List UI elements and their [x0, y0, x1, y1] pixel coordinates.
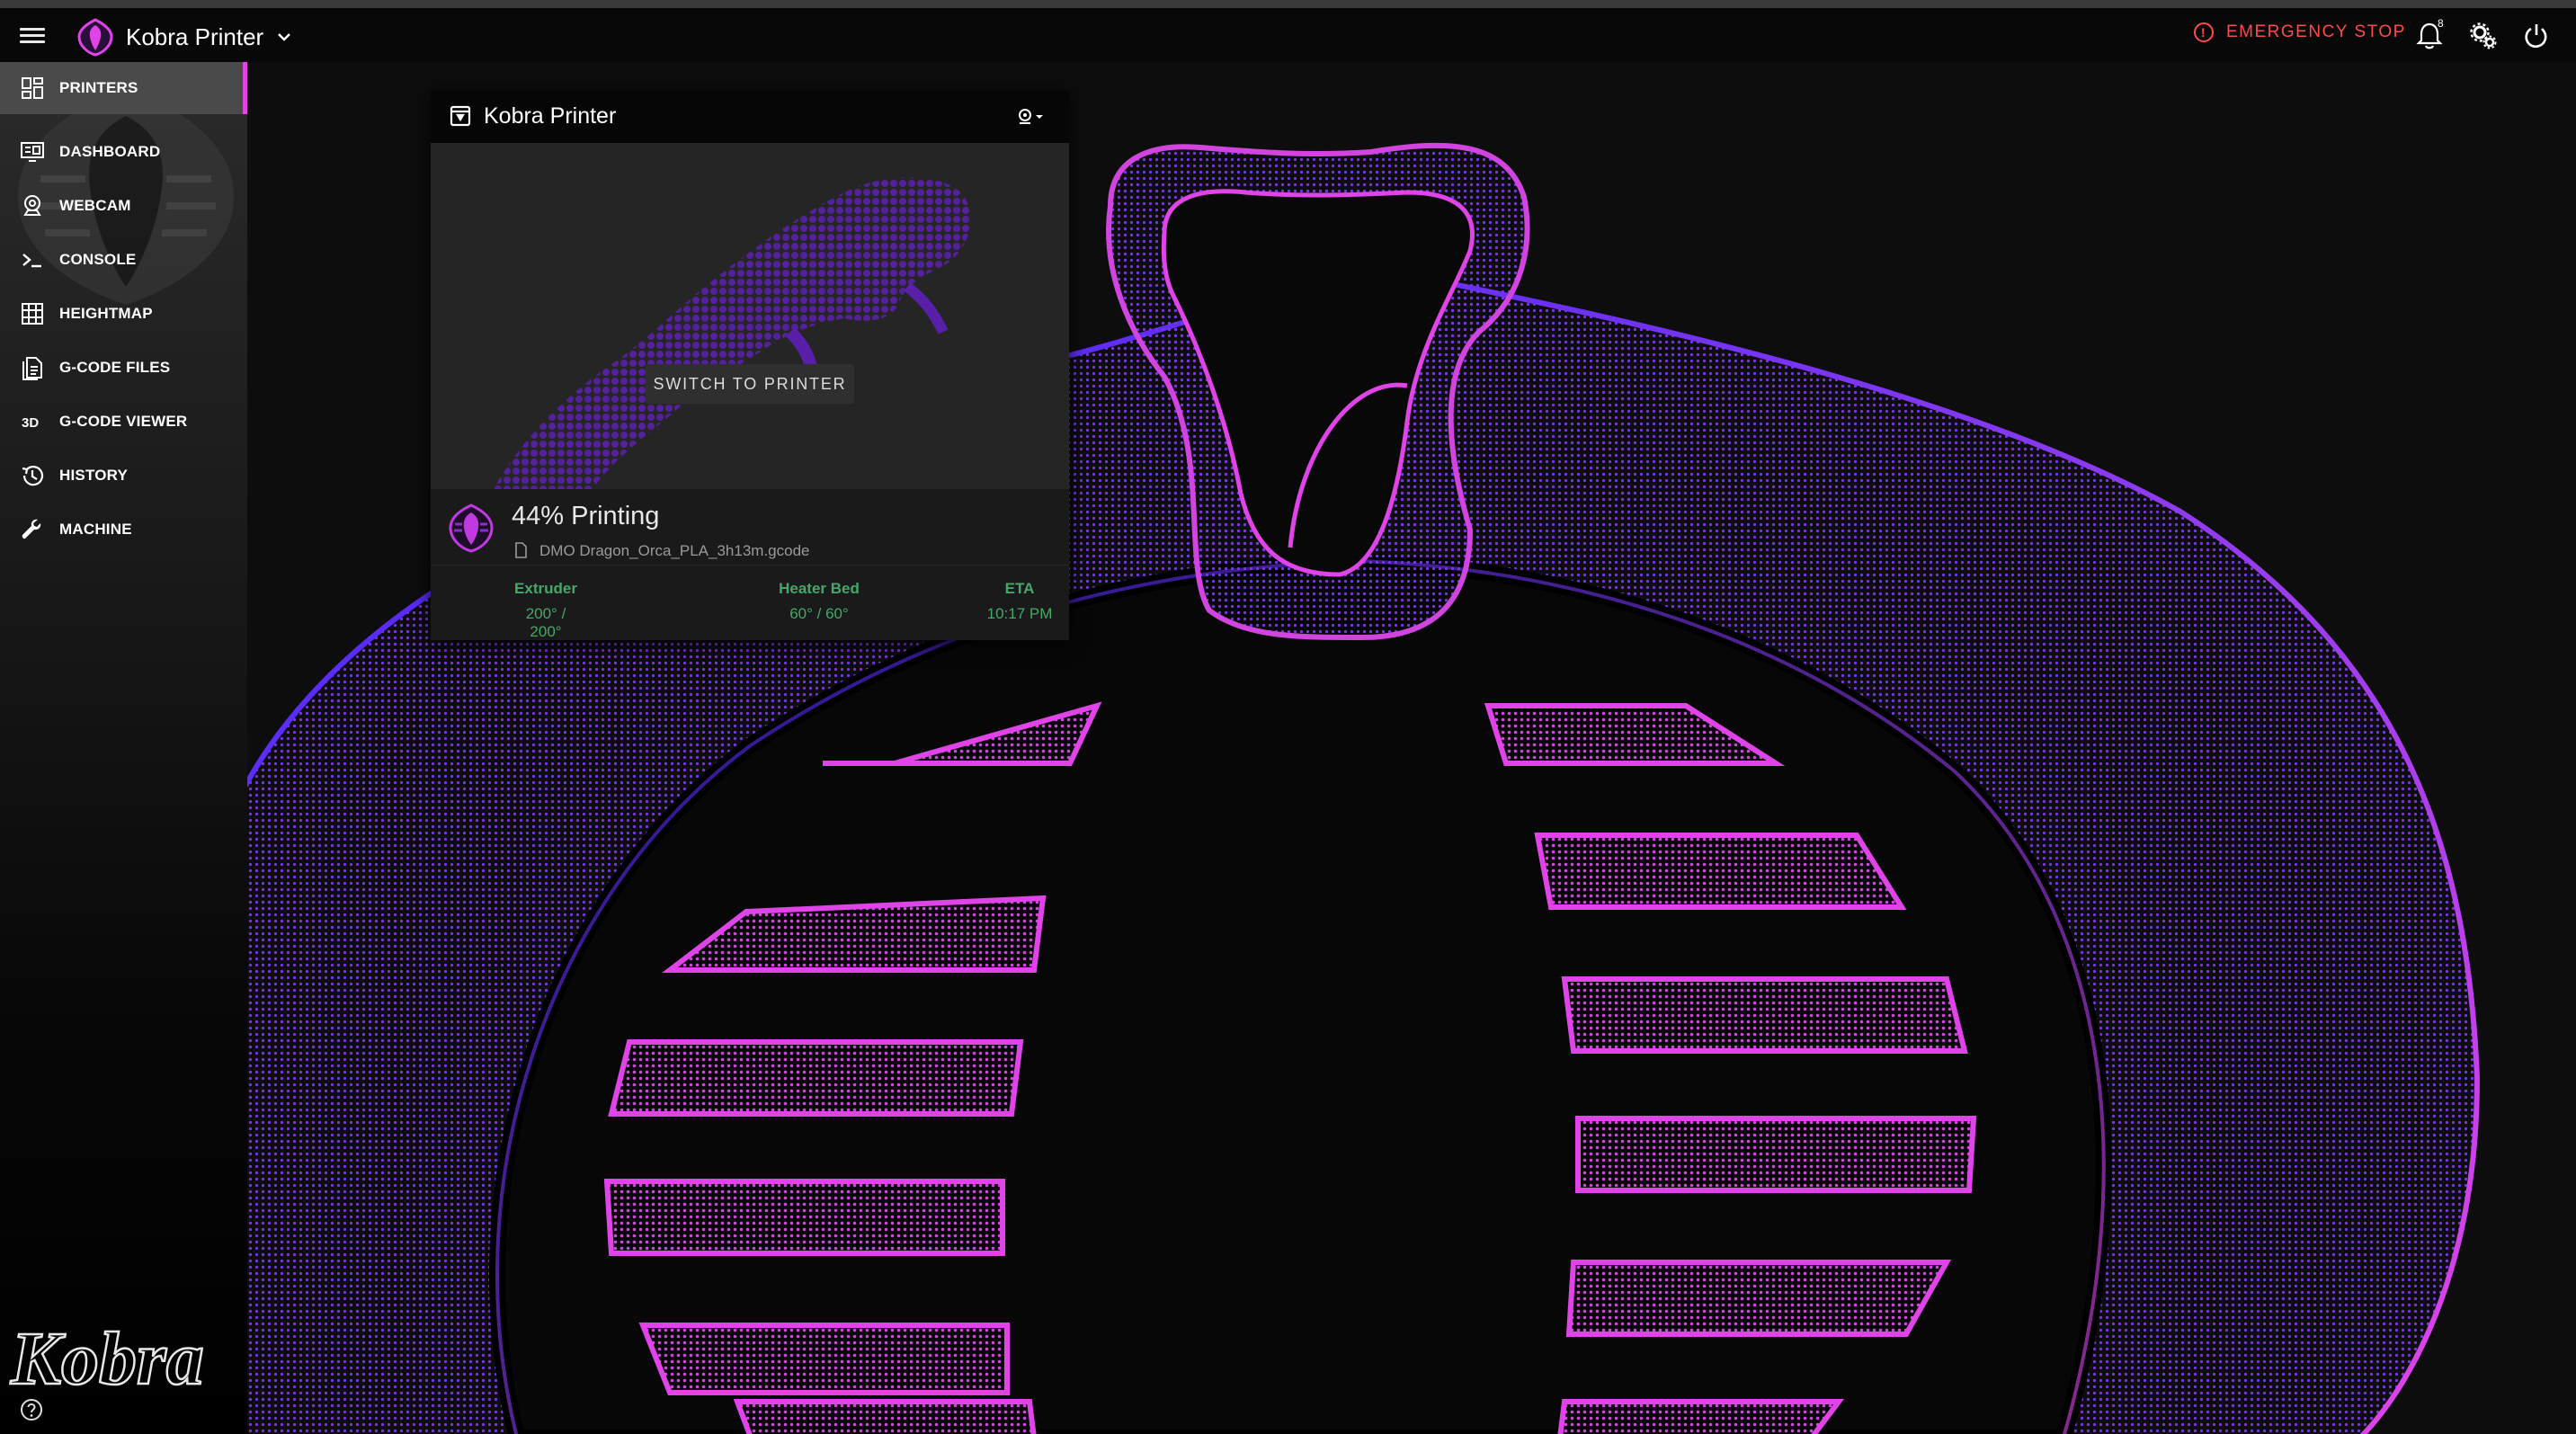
- emergency-stop-button[interactable]: ! EMERGENCY STOP: [2194, 22, 2406, 42]
- emergency-stop-label: EMERGENCY STOP: [2226, 22, 2406, 41]
- printer-card-header: Kobra Printer: [431, 90, 1069, 143]
- view-dashboard-icon: [22, 77, 43, 99]
- kobra-wordmark-text: Kobra: [10, 1317, 204, 1401]
- notification-badge: 8: [2438, 17, 2444, 30]
- nav-label: HEIGHTMAP: [59, 305, 153, 322]
- stat-label: Extruder: [514, 580, 577, 597]
- svg-text:3D: 3D: [22, 415, 39, 431]
- print-thumbnail: SWITCH TO PRINTER: [431, 143, 1069, 489]
- file-icon: [515, 542, 527, 558]
- sidebar: PRINTERS DASHBOARD WEBCAM CONSOLE HEIGHT…: [0, 62, 247, 1434]
- cobra-status-icon: [449, 503, 494, 553]
- stat-eta: ETA 10:17 PM: [979, 580, 1060, 623]
- nav-label: DASHBOARD: [59, 143, 161, 160]
- nav-label: CONSOLE: [59, 251, 137, 268]
- nav-label: G-CODE FILES: [59, 359, 171, 376]
- printer-stats: Extruder 200° / 200° Heater Bed 60° / 60…: [431, 565, 1069, 640]
- printer-card: Kobra Printer SWITCH TO PRINTER 44% Prin…: [431, 90, 1069, 640]
- grid-icon: [22, 303, 43, 325]
- switch-to-printer-button[interactable]: SWITCH TO PRINTER: [646, 364, 854, 404]
- progress-label: 44% Printing: [512, 502, 660, 530]
- app-bar: Kobra Printer ! EMERGENCY STOP 8: [0, 8, 2576, 62]
- nav-history[interactable]: HISTORY: [0, 450, 247, 502]
- console-icon: [22, 254, 41, 268]
- nav-label: G-CODE VIEWER: [59, 413, 188, 430]
- wrench-icon: [22, 519, 41, 539]
- nav-console[interactable]: CONSOLE: [0, 234, 247, 286]
- stat-value: 10:17 PM: [986, 605, 1053, 622]
- nav-webcam[interactable]: WEBCAM: [0, 180, 247, 232]
- stat-extruder: Extruder 200° / 200°: [510, 580, 582, 641]
- dragon-model-image: [494, 177, 971, 489]
- stat-label: Heater Bed: [779, 580, 860, 597]
- printer-3d-icon: [450, 105, 471, 127]
- nav-dashboard[interactable]: DASHBOARD: [0, 126, 247, 178]
- stat-value: 200° / 200°: [525, 605, 566, 640]
- nav-label: MACHINE: [59, 521, 132, 538]
- nav-machine[interactable]: MACHINE: [0, 503, 247, 556]
- printer-selector[interactable]: Kobra Printer: [76, 17, 292, 57]
- stat-value: 60° / 60°: [789, 605, 849, 622]
- nav-label: PRINTERS: [59, 79, 138, 96]
- history-icon: [22, 466, 44, 486]
- help-icon[interactable]: [20, 1398, 43, 1421]
- nav-label: HISTORY: [59, 467, 129, 484]
- nav-gcode-files[interactable]: G-CODE FILES: [0, 342, 247, 394]
- hamburger-menu-icon[interactable]: [18, 24, 47, 48]
- nav-heightmap[interactable]: HEIGHTMAP: [0, 288, 247, 340]
- chevron-down-icon: [278, 33, 291, 41]
- stat-label: ETA: [1004, 580, 1035, 597]
- webcam-icon: [23, 195, 41, 216]
- monitor-dashboard-icon: [21, 142, 44, 162]
- printer-card-title: Kobra Printer: [484, 103, 617, 129]
- 3d-icon: 3D: [22, 415, 39, 431]
- power-icon[interactable]: [2521, 21, 2552, 51]
- stat-heater-bed: Heater Bed 60° / 60°: [772, 580, 866, 623]
- window-top-strip: [0, 0, 2576, 8]
- print-status: 44% Printing DMO Dragon_Orca_PLA_3h13m.g…: [431, 489, 1069, 565]
- nav-label: WEBCAM: [59, 197, 131, 214]
- file-document-icon: [22, 357, 42, 380]
- gcode-filename: DMO Dragon_Orca_PLA_3h13m.gcode: [539, 542, 810, 559]
- nav-printers[interactable]: PRINTERS: [0, 62, 247, 114]
- nav-gcode-viewer[interactable]: 3D G-CODE VIEWER: [0, 396, 247, 448]
- cogs-icon[interactable]: [2468, 21, 2499, 51]
- printer-name: Kobra Printer: [126, 22, 264, 50]
- alert-circle-icon: !: [2194, 22, 2214, 42]
- kobra-wordmark-logo: Kobra: [9, 1316, 205, 1402]
- cobra-logo-icon: [77, 18, 113, 57]
- webcam-menu-icon[interactable]: [1013, 105, 1049, 129]
